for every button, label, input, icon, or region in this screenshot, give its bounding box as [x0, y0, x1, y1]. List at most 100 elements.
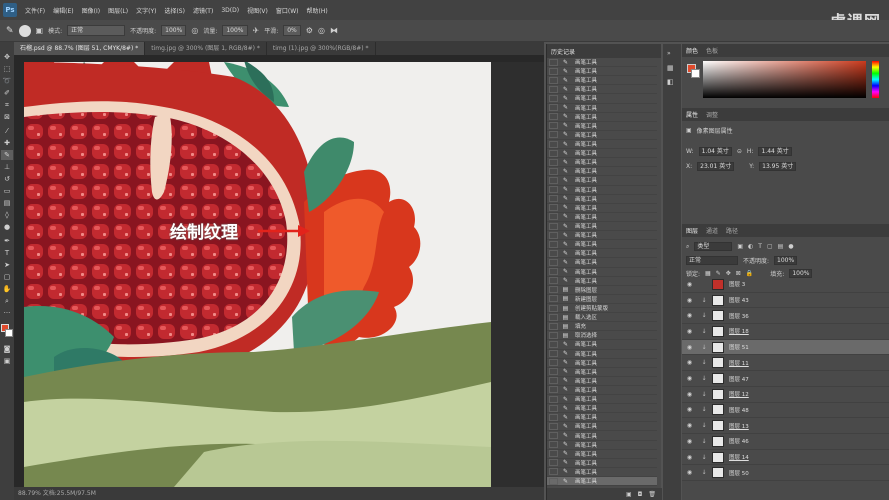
history-checkbox[interactable] — [549, 468, 558, 476]
history-item[interactable]: ✎ 画笔工具 — [547, 149, 657, 159]
layer-filter-select[interactable]: 类型 — [694, 242, 733, 251]
visibility-eye-icon[interactable]: ◉ — [685, 375, 694, 382]
tab-adjustments[interactable]: 调整 — [706, 110, 718, 119]
history-checkbox[interactable] — [549, 240, 558, 248]
history-checkbox[interactable] — [549, 432, 558, 440]
visibility-eye-icon[interactable]: ◉ — [685, 454, 694, 461]
history-checkbox[interactable] — [549, 167, 558, 175]
history-checkbox[interactable] — [549, 268, 558, 276]
history-checkbox[interactable] — [549, 149, 558, 157]
history-item[interactable]: ✎ 画笔工具 — [547, 359, 657, 368]
layer-thumbnail[interactable] — [712, 310, 724, 322]
layer-name[interactable]: 图层 13 — [729, 422, 749, 430]
history-item[interactable]: ✎ 画笔工具 — [547, 167, 657, 177]
menu-window[interactable]: 窗口(W) — [272, 6, 303, 15]
history-item[interactable]: ✎ 画笔工具 — [547, 58, 657, 68]
quick-mask-icon[interactable]: ◙ — [1, 344, 13, 354]
blend-mode-select[interactable]: 正常 — [686, 256, 738, 265]
tab-pomegranate-psd[interactable]: 石榴.psd @ 88.7% (图层 51, CMYK/8#) * — [14, 42, 146, 55]
history-item[interactable]: ✎ 画笔工具 — [547, 377, 657, 386]
history-checkbox[interactable] — [549, 286, 558, 294]
layer-row[interactable]: ◉ ↓ 图层 43 — [682, 293, 889, 309]
hue-slider[interactable] — [872, 61, 879, 98]
layer-row[interactable]: ◉ ↓ 图层 48 — [682, 403, 889, 419]
history-checkbox[interactable] — [549, 104, 558, 112]
menu-filter[interactable]: 滤镜(T) — [189, 6, 217, 15]
history-checkbox[interactable] — [549, 295, 558, 303]
pressure-opacity-icon[interactable]: ◎ — [191, 26, 198, 35]
history-item[interactable]: ✎ 画笔工具 — [547, 140, 657, 150]
pressure-size-icon[interactable]: ◎ — [318, 26, 325, 35]
layer-name[interactable]: 图层 36 — [729, 312, 749, 320]
visibility-eye-icon[interactable]: ◉ — [685, 359, 694, 366]
menu-view[interactable]: 视图(V) — [243, 6, 272, 15]
filter-shape-icon[interactable]: ▢ — [767, 243, 773, 250]
collapse-panels-icon[interactable]: » — [667, 50, 671, 57]
lock-pixels-icon[interactable]: ✎ — [716, 270, 721, 277]
history-checkbox[interactable] — [549, 67, 558, 75]
history-item[interactable]: ✎ 画笔工具 — [547, 122, 657, 131]
history-checkbox[interactable] — [549, 304, 558, 312]
tab-color[interactable]: 颜色 — [686, 46, 698, 55]
zoom-tool-icon[interactable]: ⌕ — [1, 296, 13, 306]
menu-layer[interactable]: 图层(L) — [104, 6, 132, 15]
dodge-tool-icon[interactable]: ● — [1, 222, 13, 232]
history-checkbox[interactable] — [549, 222, 558, 230]
path-select-tool-icon[interactable]: ➤ — [1, 260, 13, 270]
history-checkbox[interactable] — [549, 76, 558, 84]
flow-field[interactable]: 100% — [222, 25, 248, 36]
history-item[interactable]: ✎ 画笔工具 — [547, 395, 657, 405]
link-dimensions-icon[interactable]: ⊝ — [737, 148, 742, 155]
mode-select[interactable]: 正常 — [67, 25, 126, 36]
history-item[interactable]: ✎ 画笔工具 — [547, 222, 657, 232]
shape-tool-icon[interactable]: ▢ — [1, 272, 13, 282]
visibility-eye-icon[interactable]: ◉ — [685, 281, 694, 288]
type-tool-icon[interactable]: T — [1, 248, 13, 258]
history-item[interactable]: ✎ 画笔工具 — [547, 258, 657, 268]
delete-trash-icon[interactable]: 🗑 — [648, 491, 656, 498]
history-item[interactable]: ✎ 画笔工具 — [547, 94, 657, 104]
history-checkbox[interactable] — [549, 58, 558, 66]
frame-tool-icon[interactable]: ⊠ — [1, 112, 13, 122]
tab-timg-jpg[interactable]: timg.jpg @ 300% (图层 1, RGB/8#) * — [145, 42, 267, 55]
filter-type-icon[interactable]: T — [758, 243, 762, 250]
history-item[interactable]: ✎ 画笔工具 — [547, 186, 657, 195]
new-document-from-state-icon[interactable]: ▣ — [626, 491, 632, 498]
history-item[interactable]: ✎ 画笔工具 — [547, 67, 657, 77]
history-brush-tool-icon[interactable]: ↺ — [1, 174, 13, 184]
clone-stamp-tool-icon[interactable]: ⊥ — [1, 162, 13, 172]
visibility-eye-icon[interactable]: ◉ — [685, 438, 694, 445]
quick-select-tool-icon[interactable]: ✐ — [1, 88, 13, 98]
history-panel-tab[interactable]: 历史记录 — [547, 44, 661, 58]
tab-channels[interactable]: 通道 — [706, 226, 718, 235]
tab-properties[interactable]: 属性 — [686, 110, 698, 119]
history-item[interactable]: ✎ 画笔工具 — [547, 195, 657, 204]
layer-name[interactable]: 图层 50 — [729, 469, 749, 477]
history-item[interactable]: ✎ 画笔工具 — [547, 386, 657, 396]
airbrush-icon[interactable]: ✈ — [253, 26, 260, 35]
history-checkbox[interactable] — [549, 85, 558, 93]
history-item[interactable]: ✎ 画笔工具 — [547, 413, 657, 423]
layer-row[interactable]: ◉ 图层 3 — [682, 277, 889, 293]
lock-all-icon[interactable]: 🔒 — [746, 270, 753, 277]
menu-select[interactable]: 选择(S) — [160, 6, 189, 15]
lasso-tool-icon[interactable]: ➰ — [1, 76, 13, 86]
history-item[interactable]: ✎ 画笔工具 — [547, 368, 657, 377]
history-checkbox[interactable] — [549, 158, 558, 166]
eraser-tool-icon[interactable]: ▭ — [1, 186, 13, 196]
history-item[interactable]: ✎ 画笔工具 — [547, 113, 657, 122]
layer-name[interactable]: 图层 18 — [729, 327, 749, 335]
history-item[interactable]: ✎ 画笔工具 — [547, 204, 657, 213]
history-checkbox[interactable] — [549, 322, 558, 330]
snapshot-camera-icon[interactable]: ◘ — [638, 491, 643, 498]
history-item[interactable]: ✎ 画笔工具 — [547, 477, 657, 487]
history-checkbox[interactable] — [549, 204, 558, 212]
layer-row[interactable]: ◉ ↓ 图层 11 — [682, 356, 889, 372]
menu-type[interactable]: 文字(Y) — [132, 6, 160, 15]
layer-row[interactable]: ◉ ↓ 图层 47 — [682, 371, 889, 387]
layer-thumbnail[interactable] — [712, 451, 724, 463]
history-checkbox[interactable] — [549, 122, 558, 130]
move-tool-icon[interactable]: ✥ — [1, 52, 13, 62]
screen-mode-icon[interactable]: ▣ — [1, 356, 13, 366]
history-item[interactable]: ✎ 画笔工具 — [547, 268, 657, 277]
